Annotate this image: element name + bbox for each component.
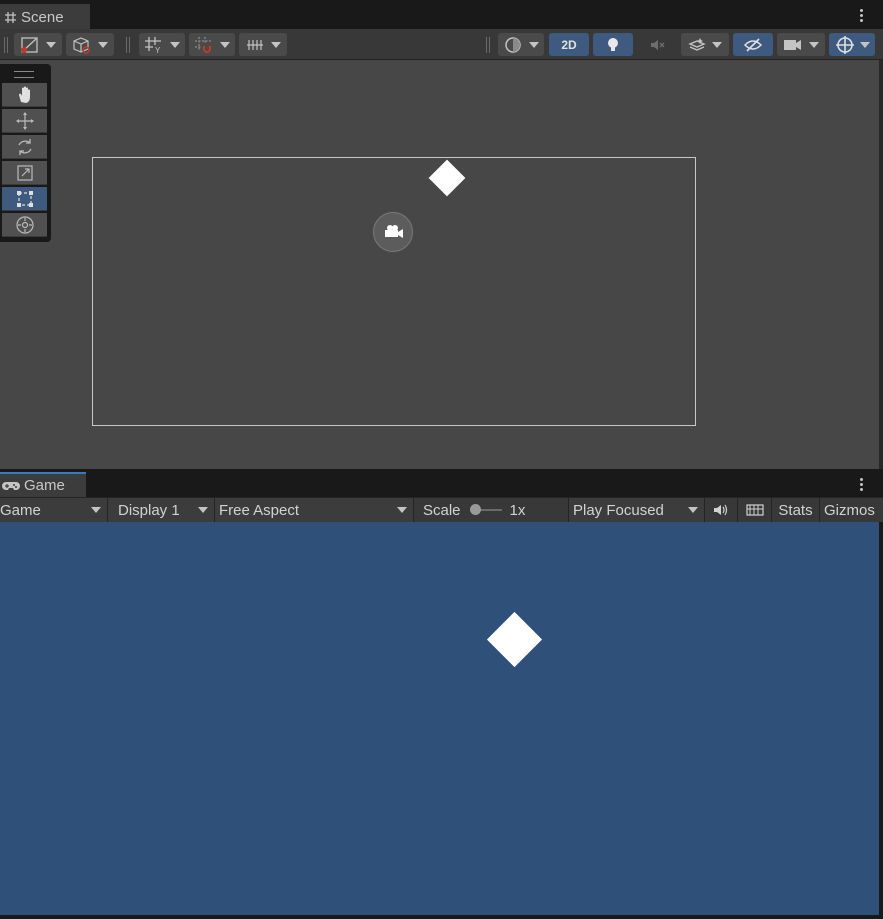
gizmos-dropdown[interactable] [829, 33, 875, 56]
chevron-down-icon [809, 41, 819, 48]
chevron-down-icon [220, 41, 230, 48]
shortcuts-toggle[interactable] [738, 498, 772, 522]
draw-mode-dropdown[interactable] [14, 33, 62, 56]
scale-tool-button[interactable] [2, 161, 47, 185]
render-mode-dropdown[interactable] [66, 33, 114, 56]
gamepad-icon [2, 481, 20, 490]
game-tab-label: Game [24, 477, 65, 494]
tab-scene[interactable]: Scene [0, 4, 90, 29]
stats-button[interactable]: Stats [772, 498, 820, 522]
scale-slider[interactable] [469, 504, 502, 516]
video-camera-icon [784, 39, 801, 50]
tools-overlay [0, 64, 51, 242]
layers-effects-icon [688, 37, 706, 51]
toolbar-grip[interactable] [4, 37, 8, 53]
scale-icon [16, 164, 33, 181]
scene-tab-bar: Scene [0, 0, 883, 30]
transform-tool-button[interactable] [2, 213, 47, 237]
play-mode-label: Play Focused [573, 501, 664, 519]
chevron-down-icon [397, 507, 407, 513]
eye-hidden-icon [743, 37, 763, 52]
move-icon [15, 111, 34, 130]
scale-control: Scale 1x [414, 498, 569, 522]
game-viewport[interactable] [0, 522, 879, 915]
camera-bounds-frame [92, 157, 696, 426]
ruler-snap-icon [247, 39, 263, 50]
play-mode-dropdown[interactable]: Play Focused [569, 498, 705, 522]
chevron-down-icon [271, 41, 281, 48]
game-toolbar: Game Display 1 Free Aspect Scale 1x Play… [0, 497, 883, 522]
hand-tool-button[interactable] [2, 83, 47, 107]
tab-game[interactable]: Game [0, 472, 86, 497]
light-bulb-icon [608, 37, 618, 51]
magnet-grid-icon [195, 36, 211, 53]
rect-tool-icon [16, 190, 33, 207]
speaker-icon [714, 504, 728, 516]
chevron-down-icon [688, 507, 698, 513]
scene-camera-dropdown[interactable] [777, 33, 825, 56]
game-menu-icon[interactable] [860, 478, 864, 493]
svg-text:Y: Y [155, 46, 161, 54]
game-bottom-border [0, 915, 883, 919]
grid-hash-icon [5, 12, 16, 23]
chevron-down-icon [98, 41, 108, 48]
game-scrollbar [879, 522, 883, 919]
camera-gizmo-icon[interactable] [373, 212, 413, 252]
scale-value: 1x [509, 501, 526, 519]
scene-scrollbar [879, 60, 883, 469]
shading-mode-icon [21, 36, 38, 53]
aspect-dropdown[interactable]: Free Aspect [215, 498, 414, 522]
scene-visibility-toggle[interactable] [733, 33, 773, 56]
scene-tab-label: Scene [21, 9, 64, 26]
transform-icon [15, 215, 34, 234]
game-sprite-diamond [486, 611, 543, 668]
scene-menu-icon[interactable] [860, 9, 864, 24]
game-tab-bar: Game [0, 472, 883, 497]
chevron-down-icon [91, 507, 101, 513]
chevron-down-icon [198, 507, 208, 513]
game-view-mode-dropdown[interactable]: Game [0, 498, 108, 522]
overlay-drag-handle[interactable] [14, 71, 34, 78]
gizmo-globe-icon [835, 35, 854, 54]
scene-toolbar: Y 2D [0, 29, 883, 60]
scene-audio-toggle[interactable] [637, 33, 677, 56]
scene-lighting-toggle[interactable] [593, 33, 633, 56]
rect-tool-button[interactable] [2, 187, 47, 211]
scene-viewport[interactable] [0, 60, 879, 469]
cube-icon [73, 36, 90, 54]
rotate-tool-button[interactable] [2, 135, 47, 159]
grid-snap-icon: Y [145, 36, 161, 54]
hand-icon [18, 86, 30, 103]
draw-shaded-dropdown[interactable] [498, 33, 544, 56]
scale-slider-thumb[interactable] [469, 504, 481, 515]
grid-snap-dropdown[interactable]: Y [139, 33, 185, 56]
chevron-down-icon [170, 41, 180, 48]
snap-increment-dropdown[interactable] [189, 33, 235, 56]
mute-audio-toggle[interactable] [705, 498, 738, 522]
aspect-label: Free Aspect [219, 501, 300, 519]
scale-label: Scale [423, 501, 461, 519]
audio-mute-icon [651, 39, 665, 50]
effects-dropdown[interactable] [681, 33, 729, 56]
keyboard-icon [745, 504, 764, 516]
gizmos-button[interactable]: Gizmos [820, 498, 879, 522]
rotate-icon [17, 138, 32, 155]
toolbar-grip[interactable] [486, 37, 490, 53]
chevron-down-icon [46, 41, 56, 48]
chevron-down-icon [712, 41, 722, 48]
view-mode-label: Game [0, 501, 41, 519]
toolbar-grip[interactable] [126, 37, 130, 53]
increment-snap-dropdown[interactable] [239, 33, 287, 56]
display-label: Display 1 [118, 501, 180, 519]
chevron-down-icon [859, 41, 870, 48]
chevron-down-icon [529, 41, 539, 48]
move-tool-button[interactable] [2, 109, 47, 133]
display-dropdown[interactable]: Display 1 [108, 498, 215, 522]
toggle-2d-button[interactable]: 2D [549, 33, 589, 56]
sphere-shading-icon [505, 36, 521, 53]
